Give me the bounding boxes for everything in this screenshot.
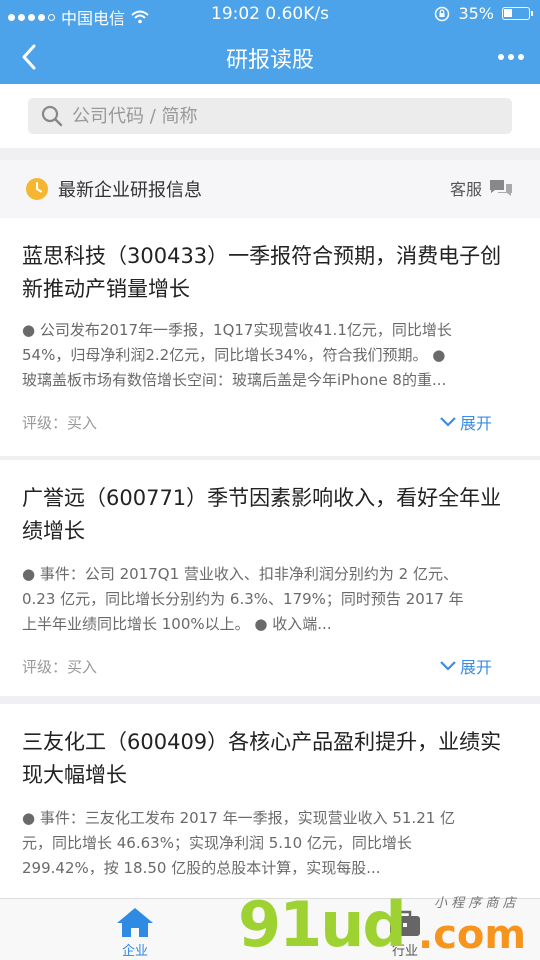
report-summary: ● 公司发布2017年一季报，1Q17实现营收41.1亿元，同比增长 54%，归… bbox=[22, 318, 508, 393]
expand-label: 展开 bbox=[459, 414, 492, 433]
search-box[interactable] bbox=[28, 98, 512, 134]
home-icon bbox=[117, 908, 153, 937]
tab-company-label: 企业 bbox=[121, 944, 148, 959]
watermark-brand: 91ud bbox=[238, 888, 407, 960]
chevron-down-icon bbox=[440, 661, 456, 671]
report-summary: ● 事件：三友化工发布 2017 年一季报，实现营业收入 51.21 亿 元，同… bbox=[22, 806, 508, 881]
summary-line: ● 事件：公司 2017Q1 营业收入、扣非净利润分别约为 2 亿元、 bbox=[22, 565, 458, 583]
summary-line: ● 事件：三友化工发布 2017 年一季报，实现营业收入 51.21 亿 bbox=[22, 809, 456, 827]
status-right: 35% bbox=[434, 4, 533, 23]
report-card[interactable]: 广誉远（600771）季节因素影响收入，看好全年业绩增长 ● 事件：公司 201… bbox=[0, 460, 540, 696]
tab-company[interactable]: 企业 bbox=[95, 899, 175, 960]
report-rating: 评级：买入 bbox=[22, 658, 98, 676]
summary-line: 上半年业绩同比增长 100%以上。 ● 收入端... bbox=[22, 615, 332, 633]
chat-bubbles-icon bbox=[490, 180, 512, 196]
report-title[interactable]: 广誉远（600771）季节因素影响收入，看好全年业绩增长 bbox=[22, 482, 522, 548]
report-title[interactable]: 三友化工（600409）各核心产品盈利提升，业绩实现大幅增长 bbox=[22, 726, 522, 792]
search-input[interactable] bbox=[72, 105, 492, 127]
page-title: 研报读股 bbox=[225, 48, 314, 73]
search-icon bbox=[41, 105, 63, 127]
section-header: 最新企业研报信息 客服 bbox=[0, 160, 540, 218]
customer-service-label: 客服 bbox=[449, 180, 482, 199]
expand-button[interactable]: 展开 bbox=[440, 654, 492, 678]
status-bar: 中国电信 19:02 0.60K/s 35% bbox=[0, 0, 540, 30]
report-summary: ● 事件：公司 2017Q1 营业收入、扣非净利润分别约为 2 亿元、 0.23… bbox=[22, 562, 508, 637]
orientation-lock-icon bbox=[435, 6, 450, 21]
dot-icon bbox=[518, 54, 524, 60]
clock-icon bbox=[26, 178, 48, 200]
summary-line: 玻璃盖板市场有数倍增长空间：玻璃后盖是今年iPhone 8的重... bbox=[22, 371, 447, 389]
report-card[interactable]: 蓝思科技（300433）一季报符合预期，消费电子创新推动产销量增长 ● 公司发布… bbox=[0, 218, 540, 456]
more-menu-button[interactable] bbox=[494, 44, 528, 70]
section-title: 最新企业研报信息 bbox=[58, 180, 202, 201]
report-title[interactable]: 蓝思科技（300433）一季报符合预期，消费电子创新推动产销量增长 bbox=[22, 240, 522, 306]
watermark-logo: 91ud .com 小 程 序 商 店 bbox=[238, 890, 538, 960]
chevron-down-icon bbox=[440, 417, 456, 427]
summary-line: 299.42%，按 18.50 亿股的总股本计算，实现每股... bbox=[22, 859, 381, 877]
summary-line: 元，同比增长 46.63%；实现净利润 5.10 亿元，同比增长 bbox=[22, 834, 412, 852]
battery-percent: 35% bbox=[458, 4, 494, 23]
summary-line: 54%，归母净利润2.2亿元，同比增长34%，符合我们预期。 ● bbox=[22, 346, 446, 364]
expand-button[interactable]: 展开 bbox=[440, 410, 492, 434]
report-rating: 评级：买入 bbox=[22, 414, 98, 432]
search-area bbox=[0, 84, 540, 148]
watermark-com: .com bbox=[418, 912, 527, 958]
summary-line: ● 公司发布2017年一季报，1Q17实现营收41.1亿元，同比增长 bbox=[22, 321, 452, 339]
expand-label: 展开 bbox=[459, 658, 492, 677]
summary-line: 0.23 亿元，同比增长分别约为 6.3%、179%；同时预告 2017 年 bbox=[22, 590, 464, 608]
nav-bar: 研报读股 bbox=[0, 30, 540, 84]
dot-icon bbox=[508, 54, 514, 60]
report-card[interactable]: 三友化工（600409）各核心产品盈利提升，业绩实现大幅增长 ● 事件：三友化工… bbox=[0, 704, 540, 900]
watermark-subtitle: 小 程 序 商 店 bbox=[434, 896, 516, 911]
dot-icon bbox=[498, 54, 504, 60]
battery-icon bbox=[502, 7, 533, 20]
customer-service-button[interactable]: 客服 bbox=[450, 176, 514, 200]
